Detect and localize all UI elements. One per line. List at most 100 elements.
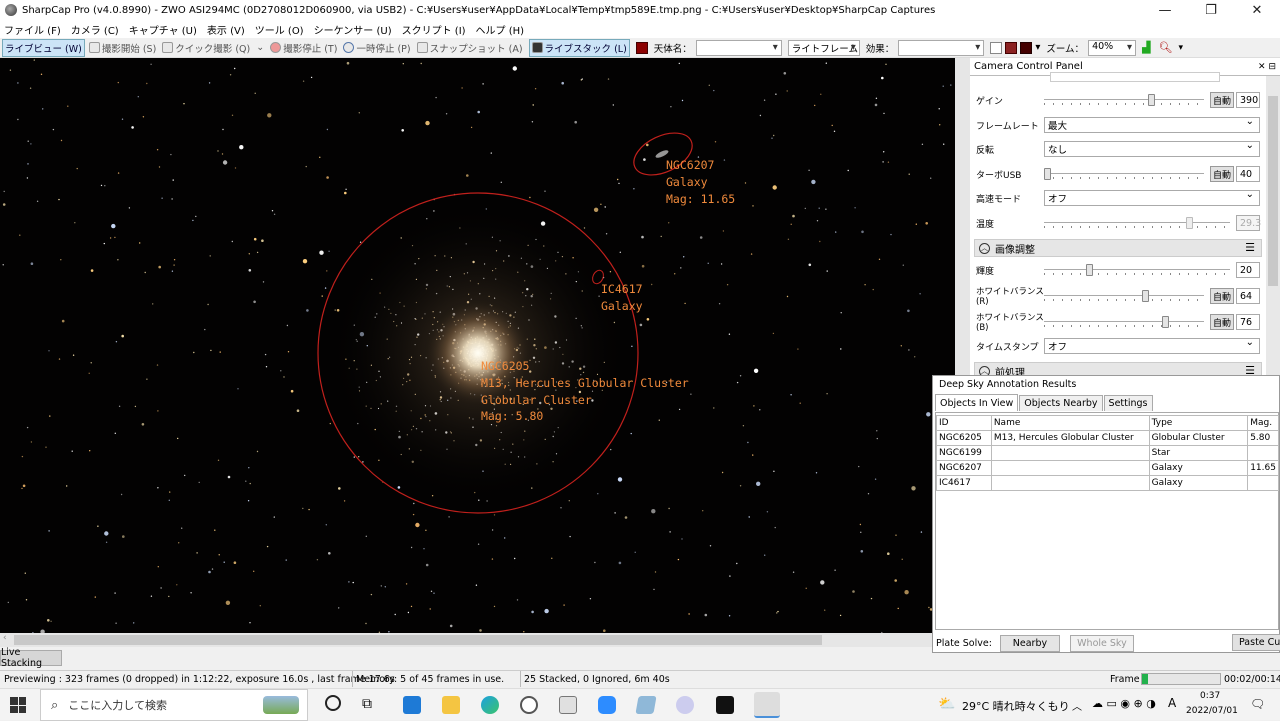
menu-tools[interactable]: ツール (O): [255, 22, 304, 37]
wb-red-auto-button[interactable]: 自動: [1210, 288, 1234, 304]
table-row[interactable]: IC4617 Galaxy: [936, 475, 1279, 491]
close-button[interactable]: ✕: [1234, 0, 1280, 20]
task-view-icon[interactable]: ⧉: [362, 696, 372, 712]
liveview-button[interactable]: ライブビュー (W): [2, 38, 85, 57]
framerate-dropdown[interactable]: 最大: [1044, 116, 1260, 133]
paste-custom-button[interactable]: Paste Cus: [1232, 634, 1280, 651]
slider-knob[interactable]: [1086, 264, 1093, 276]
edge-icon[interactable]: [481, 696, 499, 714]
collapse-icon[interactable]: ︿: [979, 242, 990, 254]
gamma-slider[interactable]: [1044, 264, 1230, 276]
scroll-left-icon[interactable]: ‹: [3, 633, 7, 643]
zoom-dropdown[interactable]: 40%: [1088, 39, 1137, 56]
menu-view[interactable]: 表示 (V): [207, 22, 245, 37]
menu-capture[interactable]: キャプチャ (U): [129, 22, 197, 37]
maximize-button[interactable]: ❐: [1188, 0, 1234, 20]
turbo-usb-slider[interactable]: [1044, 168, 1204, 180]
sharpcap-taskbar-icon[interactable]: [754, 692, 780, 718]
gamma-value[interactable]: 20: [1236, 262, 1260, 278]
turbo-usb-auto-button[interactable]: 自動: [1210, 166, 1234, 182]
turbo-usb-value[interactable]: 40: [1236, 166, 1260, 182]
start-capture-button[interactable]: 撮影開始 (S): [88, 41, 156, 55]
table-row[interactable]: NGC6207 Galaxy 11.65: [936, 460, 1279, 476]
live-stacking-tab[interactable]: Live Stacking: [0, 647, 62, 669]
zoom-lens-icon[interactable]: 🔍︎: [1159, 41, 1173, 54]
red-display-icon[interactable]: [635, 41, 648, 54]
camera-panel-scrollbar[interactable]: [1266, 76, 1280, 378]
effect-dropdown[interactable]: [898, 39, 985, 56]
app-icon[interactable]: [635, 696, 657, 714]
horizontal-scrollbar[interactable]: ‹: [0, 633, 955, 647]
color-swatch-icon[interactable]: [990, 41, 1003, 54]
table-row[interactable]: NGC6199 Star: [936, 445, 1279, 461]
weather-text[interactable]: 29°C 晴れ時々くもり: [962, 698, 1070, 714]
column-header-type[interactable]: Type: [1148, 415, 1249, 431]
snapshot-button[interactable]: スナップショット (A): [416, 41, 523, 55]
frame-type-dropdown[interactable]: ライトフレーム: [787, 39, 860, 56]
tray-icons[interactable]: ☁ ▭ ◉ ⊕ ◑: [1092, 697, 1156, 710]
column-header-mag[interactable]: Mag.: [1247, 415, 1279, 431]
red-filter-icon[interactable]: [1005, 41, 1018, 54]
file-explorer-icon[interactable]: [442, 696, 460, 714]
nearby-button[interactable]: Nearby: [999, 634, 1060, 652]
chevron-down-icon[interactable]: ⌄: [256, 42, 264, 53]
slider-knob[interactable]: [1142, 290, 1149, 302]
image-viewport[interactable]: NGC6207 Galaxy Mag: 11.65 IC4617 Galaxy …: [0, 58, 955, 633]
chevron-up-icon[interactable]: ︿: [1072, 698, 1082, 713]
notification-icon[interactable]: 🗨︎: [1250, 697, 1265, 711]
app-icon[interactable]: [676, 696, 694, 714]
slider-knob[interactable]: [1044, 168, 1051, 180]
wb-blue-auto-button[interactable]: 自動: [1210, 314, 1234, 330]
tab-objects-nearby[interactable]: Objects Nearby: [1019, 395, 1103, 411]
clock-date[interactable]: 2022/07/01: [1186, 706, 1238, 716]
tab-settings[interactable]: Settings: [1103, 395, 1153, 411]
stop-capture-button[interactable]: 撮影停止 (T): [270, 41, 337, 55]
dark-filter-icon[interactable]: [1020, 41, 1033, 54]
pin-icon[interactable]: ✕ ⊟: [1258, 62, 1276, 72]
windows-start-icon[interactable]: [10, 697, 26, 713]
histogram-icon[interactable]: ▟: [1142, 41, 1150, 54]
camera-app-icon[interactable]: [716, 696, 734, 714]
livestack-button[interactable]: ライブスタック (L): [528, 38, 630, 57]
menu-help[interactable]: ヘルプ (H): [476, 22, 525, 37]
minimize-button[interactable]: —: [1142, 0, 1188, 20]
table-row[interactable]: NGC6205 M13, Hercules Globular Cluster Glo…: [936, 430, 1279, 446]
scrollbar-thumb[interactable]: [1268, 96, 1278, 286]
gain-slider[interactable]: [1044, 94, 1204, 106]
clock-time[interactable]: 0:37: [1200, 691, 1220, 701]
scrollbar-thumb[interactable]: [14, 635, 822, 645]
chevron-down-icon[interactable]: ▾: [1035, 42, 1040, 53]
wb-blue-slider[interactable]: [1044, 316, 1204, 328]
wb-red-value[interactable]: 64: [1236, 288, 1260, 304]
gain-value[interactable]: 390: [1236, 92, 1260, 108]
menu-camera[interactable]: カメラ (C): [71, 22, 119, 37]
image-adjust-section-header[interactable]: ︿ 画像調整 ☰: [974, 239, 1262, 257]
app-icon[interactable]: [520, 696, 538, 714]
slider-knob[interactable]: [1148, 94, 1155, 106]
tab-objects-in-view[interactable]: Objects In View: [935, 394, 1019, 411]
wb-red-slider[interactable]: [1044, 290, 1204, 302]
zoom-app-icon[interactable]: [598, 696, 616, 714]
menu-sequencer[interactable]: シーケンサー (U): [314, 22, 392, 37]
flip-dropdown[interactable]: なし: [1044, 140, 1260, 157]
column-header-name[interactable]: Name: [990, 415, 1150, 431]
timestamp-dropdown[interactable]: オフ: [1044, 337, 1260, 354]
whole-sky-button[interactable]: Whole Sky: [1069, 634, 1134, 652]
calculator-icon[interactable]: [559, 696, 577, 714]
menu-file[interactable]: ファイル (F): [4, 22, 61, 37]
pause-button[interactable]: 一時停止 (P): [343, 41, 411, 55]
object-name-dropdown[interactable]: [695, 39, 782, 56]
cortana-icon[interactable]: [325, 695, 341, 711]
menu-scripting[interactable]: スクリプト (I): [402, 22, 466, 37]
chevron-down-icon[interactable]: ▾: [1179, 43, 1184, 53]
highspeed-dropdown[interactable]: オフ: [1044, 189, 1260, 206]
wb-blue-value[interactable]: 76: [1236, 314, 1260, 330]
hamburger-menu-icon[interactable]: ☰: [1245, 241, 1255, 254]
gain-auto-button[interactable]: 自動: [1210, 92, 1234, 108]
column-header-id[interactable]: ID: [936, 415, 992, 431]
quick-capture-button[interactable]: クイック撮影 (Q) ⌄: [162, 41, 264, 55]
taskbar-search-box[interactable]: ⌕ ここに入力して検索: [40, 689, 308, 721]
slider-knob[interactable]: [1162, 316, 1169, 328]
mail-icon[interactable]: [403, 696, 421, 714]
ime-indicator[interactable]: A: [1168, 696, 1176, 710]
